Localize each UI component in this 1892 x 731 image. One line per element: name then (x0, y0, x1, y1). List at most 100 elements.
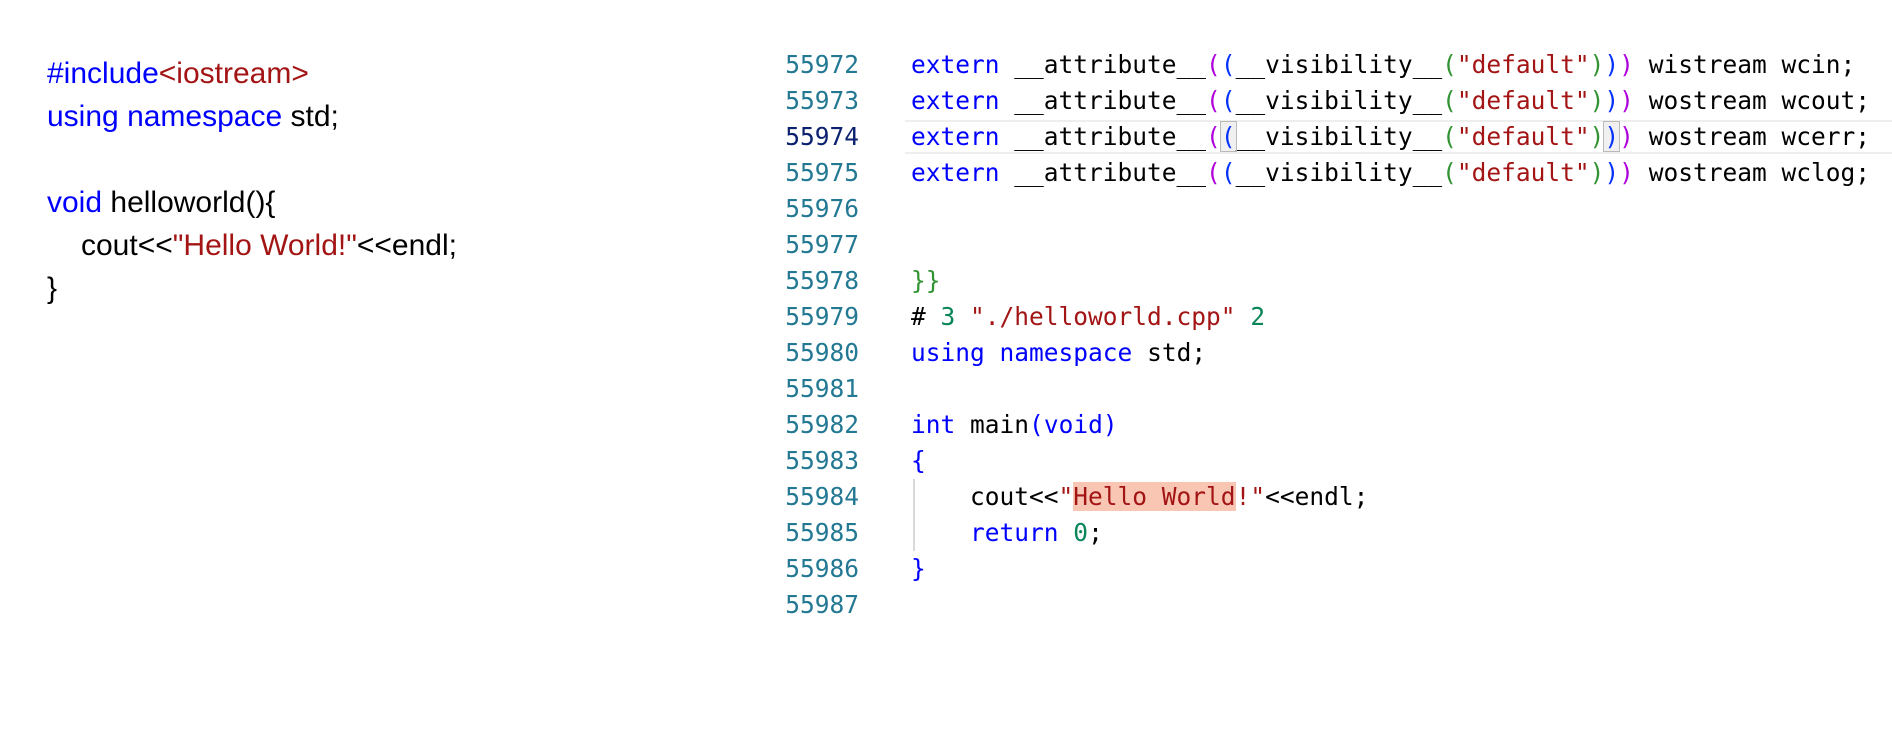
visibility-token: __visibility__ (1235, 50, 1443, 79)
editor-line[interactable]: 55981 (785, 371, 1892, 407)
using-keyword: using (911, 338, 985, 367)
source-code-snippet: #include<iostream> using namespace std; … (47, 52, 457, 310)
code-line-include: #include<iostream> (47, 52, 457, 95)
line-number: 55986 (785, 554, 859, 583)
editor-line[interactable]: 55977 (785, 227, 1892, 263)
editor-line[interactable]: 55975 extern __attribute__((__visibility… (785, 155, 1892, 191)
attribute-token: __attribute__ (1014, 122, 1207, 151)
closing-braces: }} (911, 266, 941, 295)
void-keyword: void (47, 186, 103, 219)
editor-line[interactable]: 55985 return 0; (785, 515, 1892, 551)
line-number: 55987 (785, 590, 859, 619)
editor-line-active[interactable]: 55974 extern __attribute__((__visibility… (785, 119, 1892, 155)
attribute-token: __attribute__ (1014, 50, 1207, 79)
visibility-token: __visibility__ (1235, 86, 1443, 115)
std-text: std; (282, 100, 339, 133)
line-number: 55972 (785, 50, 859, 79)
line-number: 55980 (785, 338, 859, 367)
default-string: "default" (1456, 86, 1590, 115)
editor-line[interactable]: 55984 cout<<"Hello World!"<<endl; (785, 479, 1892, 515)
cout-prefix: cout<< (81, 229, 173, 262)
editor-line[interactable]: 55972 extern __attribute__((__visibility… (785, 47, 1892, 83)
code-line-function-decl: void helloworld(){ (47, 181, 457, 224)
declaration: wostream wcout; (1648, 86, 1870, 115)
function-signature: helloworld(){ (102, 186, 276, 219)
declaration: wistream wcin; (1648, 50, 1856, 79)
preproc-filename: "./helloworld.cpp" (970, 302, 1236, 331)
line-number: 55984 (785, 482, 859, 511)
using-keyword: using (47, 100, 119, 133)
declaration: wostream wcerr; (1648, 122, 1870, 151)
visibility-token: __visibility__ (1235, 122, 1443, 151)
extern-keyword: extern (911, 50, 1000, 79)
open-brace: { (911, 446, 926, 475)
preprocessed-output-editor[interactable]: 55972 extern __attribute__((__visibility… (785, 47, 1892, 623)
void-keyword: void (1043, 410, 1103, 439)
code-line-using: using namespace std; (47, 95, 457, 138)
extern-keyword: extern (911, 158, 1000, 187)
line-number: 55981 (785, 374, 859, 403)
line-text: # 3 "./helloworld.cpp" 2 (911, 299, 1265, 335)
line-text: int main(void) (911, 410, 1118, 439)
search-match-highlight: Hello World (1073, 482, 1236, 511)
semicolon: ; (1088, 518, 1103, 547)
editor-line[interactable]: 55973 extern __attribute__((__visibility… (785, 83, 1892, 119)
include-directive: #include (47, 57, 159, 90)
line-text: extern __attribute__((__visibility__("de… (911, 50, 1856, 79)
preproc-line-number: 3 (940, 302, 956, 331)
editor-line[interactable]: 55987 (785, 587, 1892, 623)
default-string: "default" (1456, 122, 1590, 151)
code-line-cout: cout<<"Hello World!"<<endl; (47, 224, 457, 267)
return-value: 0 (1073, 518, 1089, 547)
line-text: return 0; (911, 515, 1103, 551)
main-function-name: main (970, 410, 1030, 439)
line-number: 55979 (785, 302, 859, 331)
line-number: 55983 (785, 446, 859, 475)
line-number: 55976 (785, 194, 859, 223)
editor-line[interactable]: 55986 } (785, 551, 1892, 587)
default-string: "default" (1456, 158, 1590, 187)
line-number: 55978 (785, 266, 859, 295)
line-text: extern __attribute__((__visibility__("de… (911, 121, 1870, 152)
line-text: extern __attribute__((__visibility__("de… (911, 158, 1870, 187)
cout-prefix: cout<< (970, 482, 1059, 511)
preproc-hash: # (911, 302, 941, 331)
editor-line[interactable]: 55983 { (785, 443, 1892, 479)
visibility-token: __visibility__ (1235, 158, 1443, 187)
cout-suffix: <<endl; (1265, 482, 1369, 511)
line-number: 55985 (785, 518, 859, 547)
editor-line[interactable]: 55982 int main(void) (785, 407, 1892, 443)
extern-keyword: extern (911, 86, 1000, 115)
line-number: 55982 (785, 410, 859, 439)
cout-suffix: <<endl; (356, 229, 457, 262)
std-text: std; (1147, 338, 1207, 367)
line-number: 55977 (785, 230, 859, 259)
attribute-token: __attribute__ (1014, 158, 1207, 187)
editor-line[interactable]: 55978 }} (785, 263, 1892, 299)
namespace-keyword: namespace (999, 338, 1133, 367)
line-number: 55974 (785, 122, 859, 151)
extern-keyword: extern (911, 122, 1000, 151)
declaration: wostream wclog; (1648, 158, 1870, 187)
default-string: "default" (1456, 50, 1590, 79)
bracket-match-open: ( (1219, 121, 1237, 152)
editor-line[interactable]: 55980 using namespace std; (785, 335, 1892, 371)
editor-line[interactable]: 55979 # 3 "./helloworld.cpp" 2 (785, 299, 1892, 335)
code-line-close-brace: } (47, 267, 457, 310)
line-number: 55973 (785, 86, 859, 115)
string-tail: !" (1235, 482, 1266, 511)
indent-guide (913, 479, 915, 551)
line-text: cout<<"Hello World!"<<endl; (911, 479, 1368, 515)
line-number: 55975 (785, 158, 859, 187)
open-quote: " (1058, 482, 1074, 511)
attribute-token: __attribute__ (1014, 86, 1207, 115)
namespace-keyword: namespace (127, 100, 283, 133)
line-text: extern __attribute__((__visibility__("de… (911, 86, 1870, 115)
line-text: using namespace std; (911, 335, 1206, 371)
int-keyword: int (911, 410, 956, 439)
bracket-match-close: ) (1603, 121, 1621, 152)
editor-line[interactable]: 55976 (785, 191, 1892, 227)
preproc-flag: 2 (1250, 302, 1266, 331)
close-brace: } (47, 272, 58, 305)
